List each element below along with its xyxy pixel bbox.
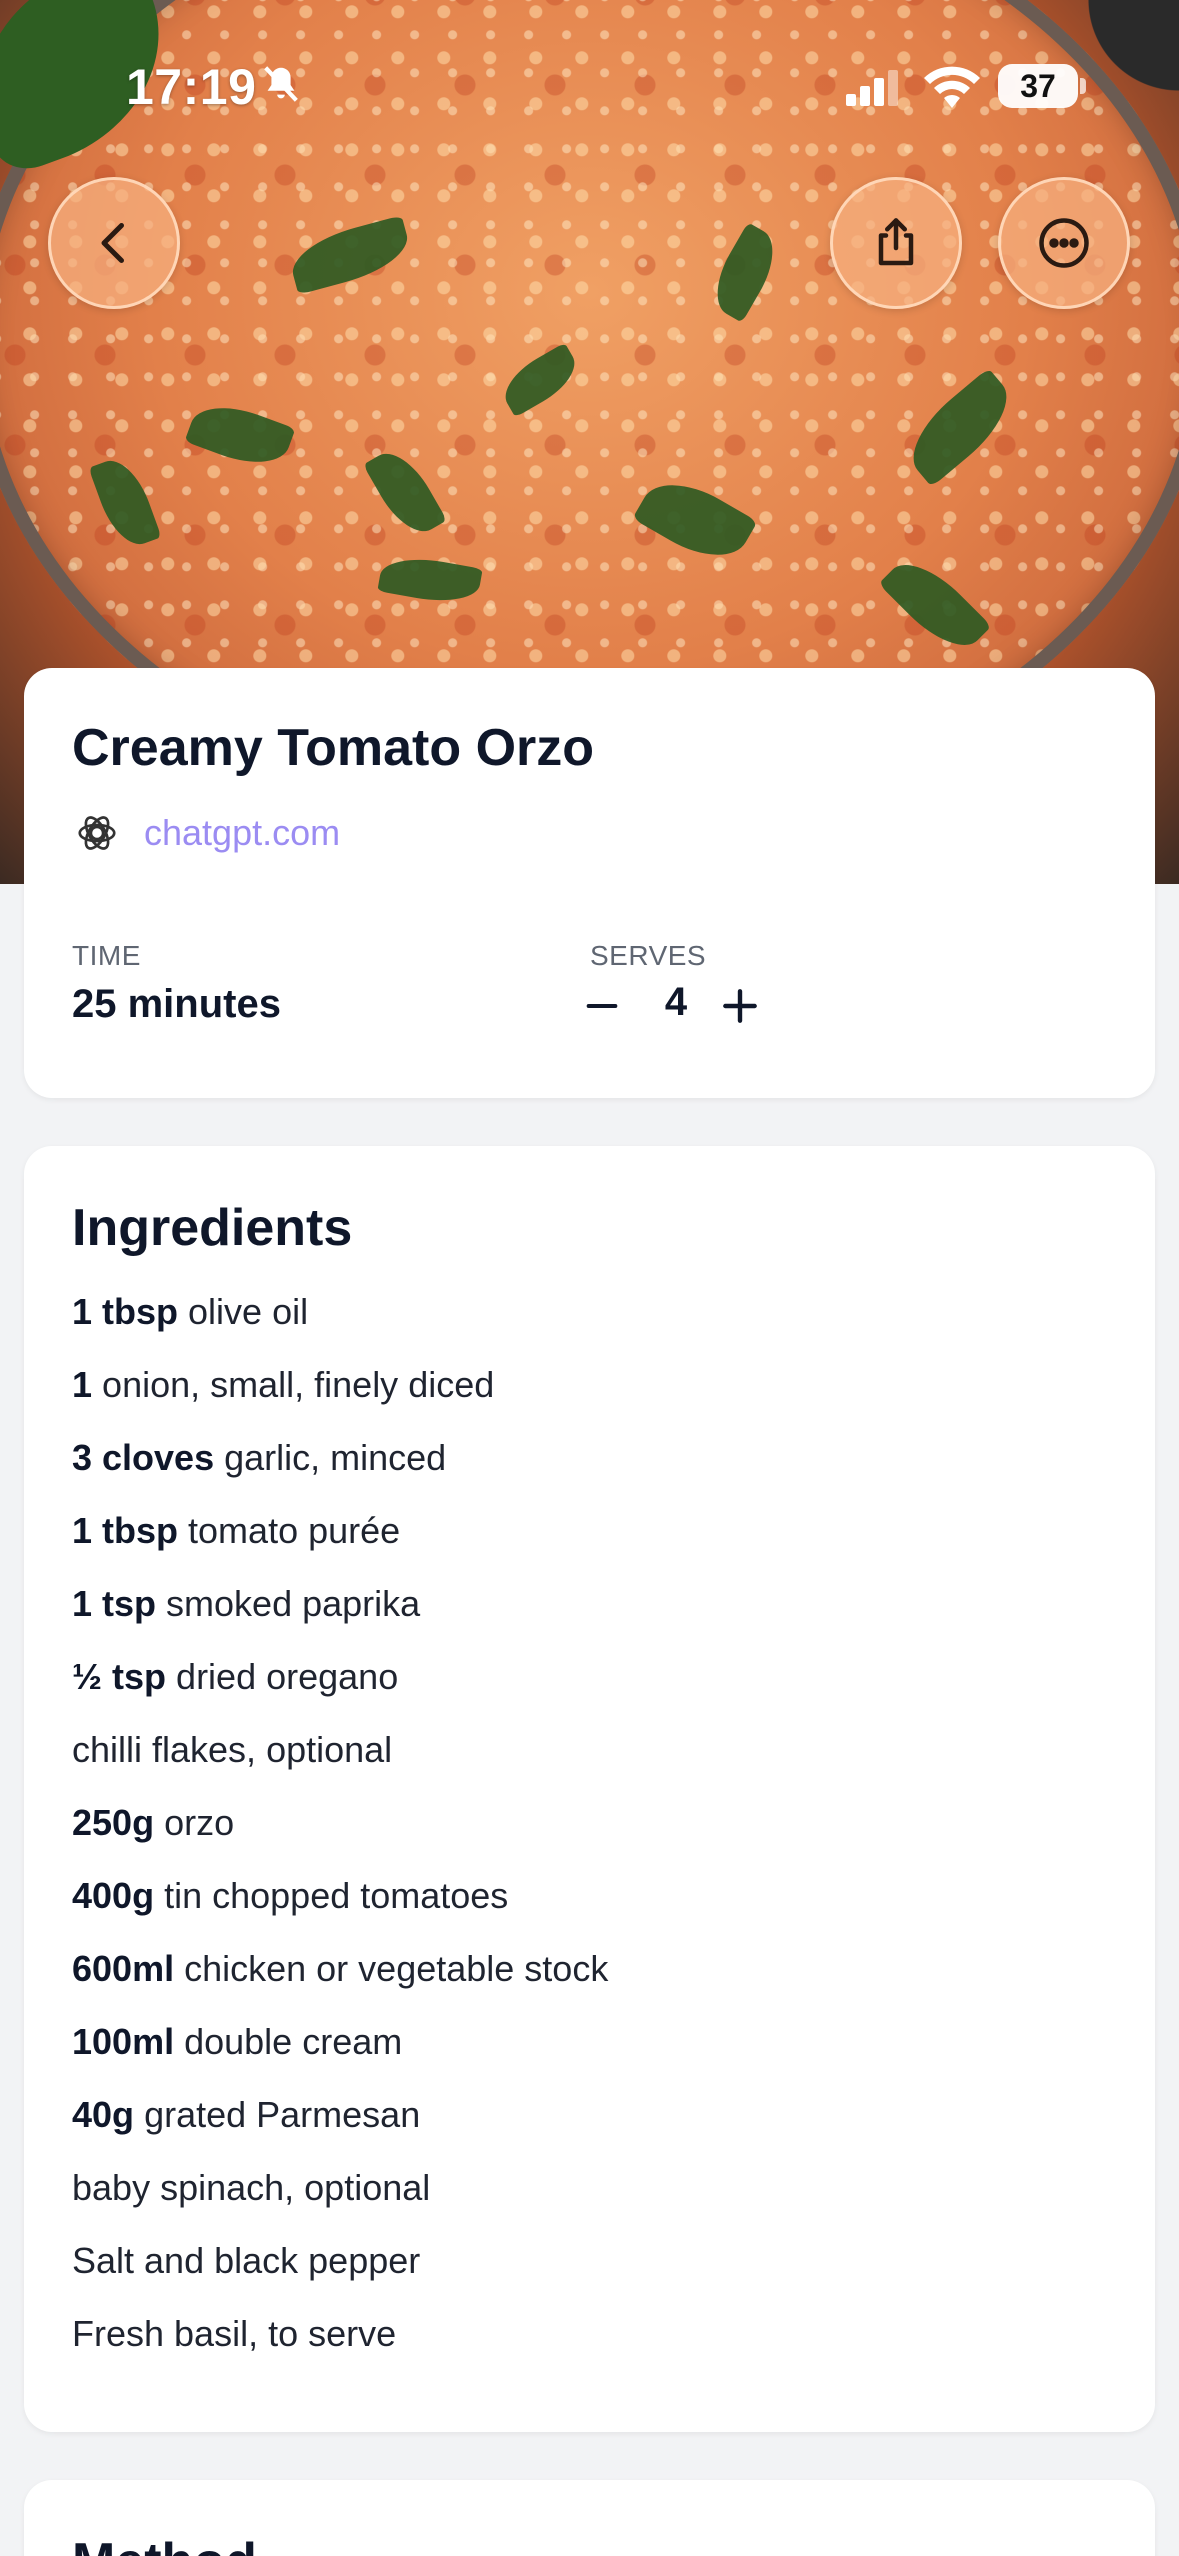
ingredient-text: orzo bbox=[164, 1802, 235, 1843]
ingredient-item: 1 tsp smoked paprika bbox=[72, 1582, 608, 1655]
ingredient-text: tin chopped tomatoes bbox=[164, 1875, 509, 1916]
more-icon bbox=[1039, 218, 1089, 268]
ingredient-item: 3 cloves garlic, minced bbox=[72, 1436, 608, 1509]
cellular-signal-icon bbox=[846, 70, 898, 106]
ingredient-item: 400g tin chopped tomatoes bbox=[72, 1874, 608, 1947]
ingredient-text: tomato purée bbox=[188, 1510, 401, 1551]
source-link[interactable]: chatgpt.com bbox=[144, 812, 340, 854]
ingredient-item: 40g grated Parmesan bbox=[72, 2093, 608, 2166]
ingredient-item: 1 tbsp olive oil bbox=[72, 1290, 608, 1363]
ingredient-qty: 100ml bbox=[72, 2021, 175, 2062]
method-card: Method bbox=[24, 2480, 1155, 2556]
battery-tip bbox=[1080, 78, 1086, 94]
back-icon bbox=[101, 223, 124, 263]
ingredient-item: 100ml double cream bbox=[72, 2020, 608, 2093]
ingredient-text: garlic, minced bbox=[224, 1437, 447, 1478]
ingredient-qty: 3 cloves bbox=[72, 1437, 215, 1478]
back-button[interactable] bbox=[48, 177, 180, 309]
time-label: TIME bbox=[72, 940, 141, 971]
ingredient-item: 1 onion, small, finely diced bbox=[72, 1363, 608, 1436]
battery-icon: 37 bbox=[998, 64, 1078, 108]
status-bar: 17:19 37 bbox=[0, 0, 1179, 160]
ingredients-title: Ingredients bbox=[72, 1199, 353, 1257]
ingredient-item: 600ml chicken or vegetable stock bbox=[72, 1947, 608, 2020]
ingredient-qty: 1 tsp bbox=[72, 1583, 157, 1624]
ingredient-text: smoked paprika bbox=[166, 1583, 421, 1624]
ingredient-text: grated Parmesan bbox=[144, 2094, 421, 2135]
bell-slash-icon bbox=[264, 66, 298, 102]
ingredient-qty: 600ml bbox=[72, 1948, 175, 1989]
ingredient-item: 1 tbsp tomato purée bbox=[72, 1509, 608, 1582]
ingredient-qty: 1 tbsp bbox=[72, 1510, 179, 1551]
ingredient-item: chilli flakes, optional bbox=[72, 1728, 608, 1801]
ingredient-item: Salt and black pepper bbox=[72, 2239, 608, 2312]
method-title: Method bbox=[72, 2532, 257, 2556]
ingredient-qty: ½ tsp bbox=[72, 1656, 167, 1697]
ingredient-qty: 1 bbox=[72, 1364, 93, 1405]
status-time: 17:19 bbox=[126, 59, 257, 115]
ingredient-text: onion, small, finely diced bbox=[102, 1364, 495, 1405]
ingredient-text: dried oregano bbox=[176, 1656, 399, 1697]
ingredient-text: Salt and black pepper bbox=[72, 2240, 421, 2281]
ingredient-qty: 40g bbox=[72, 2094, 135, 2135]
ingredient-text: double cream bbox=[184, 2021, 403, 2062]
share-button[interactable] bbox=[830, 177, 962, 309]
ingredients-card: Ingredients 1 tbsp olive oil 1 onion, sm… bbox=[24, 1146, 1155, 2432]
serves-label: SERVES bbox=[590, 940, 707, 971]
ingredient-item: Fresh basil, to serve bbox=[72, 2312, 608, 2385]
recipe-title: Creamy Tomato Orzo bbox=[72, 719, 595, 777]
ingredient-text: Fresh basil, to serve bbox=[72, 2313, 397, 2354]
ingredient-text: chilli flakes, optional bbox=[72, 1729, 393, 1770]
increase-serves-button[interactable] bbox=[718, 984, 762, 1028]
ingredient-text: chicken or vegetable stock bbox=[184, 1948, 609, 1989]
wifi-icon bbox=[924, 66, 980, 108]
decrease-serves-button[interactable] bbox=[582, 986, 622, 1026]
ingredient-text: baby spinach, optional bbox=[72, 2167, 431, 2208]
recipe-header-card: Creamy Tomato Orzo chatgpt.com TIME 25 m… bbox=[24, 668, 1155, 1098]
openai-icon bbox=[78, 816, 116, 850]
more-options-button[interactable] bbox=[998, 177, 1130, 309]
share-icon bbox=[878, 218, 914, 266]
ingredient-qty: 1 tbsp bbox=[72, 1291, 179, 1332]
ingredient-item: ½ tsp dried oregano bbox=[72, 1655, 608, 1728]
ingredient-qty: 250g bbox=[72, 1802, 155, 1843]
ingredient-item: 250g orzo bbox=[72, 1801, 608, 1874]
time-value: 25 minutes bbox=[72, 982, 281, 1026]
ingredient-item: baby spinach, optional bbox=[72, 2166, 608, 2239]
ingredient-qty: 400g bbox=[72, 1875, 155, 1916]
ingredient-text: olive oil bbox=[188, 1291, 309, 1332]
ingredients-list: 1 tbsp olive oil 1 onion, small, finely … bbox=[72, 1290, 608, 2385]
serves-count: 4 bbox=[664, 980, 688, 1024]
